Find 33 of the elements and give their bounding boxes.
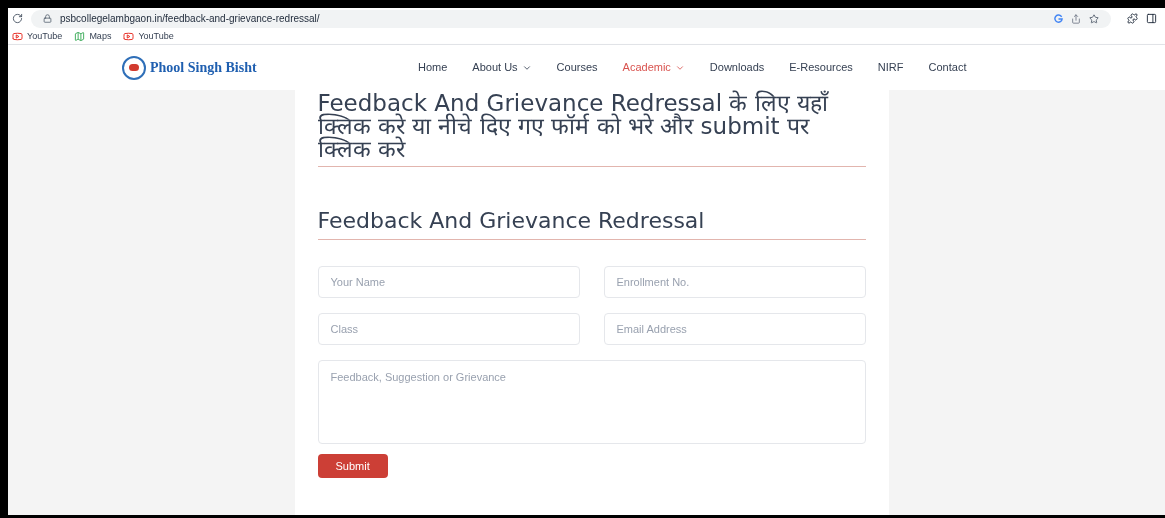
nav-link[interactable]: Downloads — [709, 59, 765, 76]
share-icon[interactable] — [1071, 13, 1081, 24]
bookmark[interactable]: Maps — [74, 29, 112, 44]
nav-link[interactable]: E-Resources — [789, 59, 853, 76]
form-heading: Feedback And Grievance Redressal — [317, 207, 866, 240]
nav-link[interactable]: Home — [418, 59, 448, 76]
nav-link[interactable]: Contact — [928, 59, 967, 76]
google-icon[interactable] — [1054, 14, 1063, 23]
nav-link[interactable]: Courses — [556, 59, 598, 76]
logo-text[interactable]: Phool Singh Bisht — [150, 57, 257, 78]
input-field[interactable]: Enrollment No. — [603, 266, 866, 298]
submit-button[interactable]: Submit — [317, 454, 388, 478]
lock-icon — [43, 14, 52, 23]
bookmark[interactable]: YouTube — [12, 29, 63, 44]
message-field[interactable]: Feedback, Suggestion or Grievance — [317, 360, 866, 444]
reload-icon[interactable] — [12, 13, 23, 24]
video-icon — [12, 31, 23, 42]
star-icon[interactable] — [1089, 13, 1099, 24]
input-field[interactable]: Class — [317, 313, 580, 345]
logo-emblem — [122, 55, 146, 80]
extensions-icon[interactable] — [1127, 13, 1138, 24]
side-panel-icon[interactable] — [1146, 13, 1157, 24]
input-field[interactable]: Email Address — [603, 313, 866, 345]
nav-link[interactable]: About Us — [472, 59, 532, 76]
intro-heading: Feedback And Grievance Redressal के लिए यहाँ क्लिक करे या नीचे दिए गए फॉर्म को भरे और submit पर क्लिक करे — [317, 92, 866, 167]
address-bar[interactable]: psbcollegelambgaon.in/feedback-and-grievance-redressal/ — [31, 9, 1111, 28]
nav-link[interactable]: NIRF — [877, 59, 904, 76]
video-icon — [123, 31, 135, 42]
url-text: psbcollegelambgaon.in/feedback-and-grievance-redressal/ — [60, 12, 321, 26]
input-field[interactable]: Your Name — [317, 266, 580, 298]
nav-link[interactable]: Academic — [622, 59, 685, 76]
map-icon — [74, 31, 86, 42]
bookmark[interactable]: YouTube — [123, 29, 174, 44]
